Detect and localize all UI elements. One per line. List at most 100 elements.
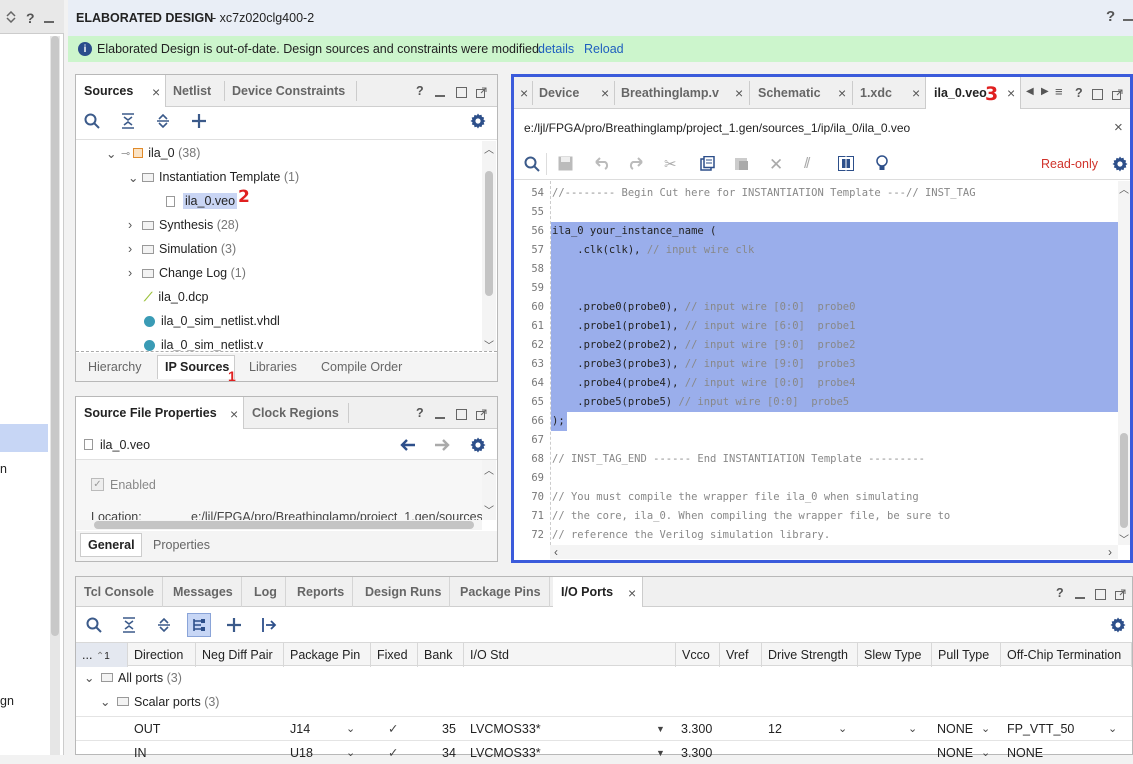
minimize-icon[interactable] <box>435 407 445 419</box>
code-line[interactable]: 72 // reference the Verilog simulation li… <box>514 526 1118 545</box>
tree-row-sim-netlist-vhdl[interactable]: ila_0_sim_netlist.vhdl <box>144 310 280 332</box>
export-icon[interactable] <box>261 617 277 633</box>
code-line[interactable]: 58 <box>514 260 1118 279</box>
paste-icon[interactable] <box>734 156 749 171</box>
panel-help-icon[interactable]: ? <box>1056 586 1064 600</box>
chevron-down-icon[interactable]: ⌄ <box>838 717 847 741</box>
group-row-all-ports[interactable]: ⌄ All ports (3) <box>76 666 1132 690</box>
col-direction[interactable]: Direction <box>128 643 196 667</box>
minimize-icon[interactable] <box>435 85 445 97</box>
code-vscrollbar[interactable]: ︿ ﹀ <box>1118 181 1130 546</box>
cut-icon[interactable]: ✂ <box>664 155 677 173</box>
float-icon[interactable] <box>476 409 487 420</box>
close-icon[interactable]: × <box>230 406 238 422</box>
chevron-right-icon[interactable]: › <box>128 242 140 256</box>
chevron-down-icon[interactable]: ⌄ <box>981 741 990 764</box>
code-line[interactable]: 66); <box>514 412 1118 431</box>
tab-scroll-left-icon[interactable]: ◀ <box>1026 86 1034 97</box>
chevron-down-icon[interactable]: ⌄ <box>1108 717 1117 741</box>
code-line[interactable]: 68 // INST_TAG_END ------ End INSTANTIATI… <box>514 450 1118 469</box>
chevron-down-icon[interactable]: ⌄ <box>346 741 355 764</box>
tree-row-change-log[interactable]: › Change Log (1) <box>128 262 246 284</box>
col-vcco[interactable]: Vcco <box>676 643 720 667</box>
close-icon[interactable]: × <box>912 85 920 101</box>
search-icon[interactable] <box>84 113 100 129</box>
tab-design-runs[interactable]: Design Runs <box>357 577 451 607</box>
expand-all-icon[interactable] <box>155 113 171 129</box>
code-area[interactable]: 54 //-------- Begin Cut here for INSTANTI… <box>514 181 1118 545</box>
chevron-right-icon[interactable]: › <box>128 266 140 280</box>
tab-scroll-right-icon[interactable]: ▶ <box>1041 86 1049 97</box>
package-pin-value[interactable]: U18 <box>290 741 313 764</box>
flow-nav-selected[interactable] <box>0 424 48 452</box>
chevron-right-icon[interactable]: › <box>128 218 140 232</box>
columns-icon[interactable] <box>838 156 854 171</box>
sfp-hscrollbar[interactable] <box>76 520 482 530</box>
col-vref[interactable]: Vref <box>720 643 762 667</box>
tab-ip-sources[interactable]: IP Sources <box>157 355 235 379</box>
chevron-down-icon[interactable]: ⌄ <box>84 666 94 690</box>
tab-hierarchy[interactable]: Hierarchy <box>88 360 142 374</box>
tab-package-pins[interactable]: Package Pins <box>452 577 550 607</box>
add-icon[interactable] <box>226 617 242 633</box>
strip-scrollbar[interactable] <box>50 36 60 755</box>
header-minimize-icon[interactable] <box>1123 8 1133 22</box>
settings-gear-icon[interactable] <box>1112 156 1128 172</box>
code-line[interactable]: 59 <box>514 279 1118 298</box>
delete-icon[interactable]: ✕ <box>769 155 783 175</box>
col-bank[interactable]: Bank <box>418 643 464 667</box>
tab-ila0-veo[interactable]: ila_0.veo × <box>925 77 1021 109</box>
tab-properties[interactable]: Properties <box>153 538 210 552</box>
code-hscrollbar[interactable]: ‹ › <box>550 545 1118 559</box>
maximize-icon[interactable] <box>1092 89 1103 100</box>
close-icon[interactable]: × <box>838 85 846 101</box>
tab-device[interactable]: Device <box>539 86 579 100</box>
tab-libraries[interactable]: Libraries <box>249 360 297 374</box>
add-sources-icon[interactable] <box>191 113 207 129</box>
close-icon[interactable]: × <box>601 85 609 101</box>
tab-breathinglamp-v[interactable]: Breathinglamp.v <box>621 86 719 100</box>
col-slew-type[interactable]: Slew Type <box>858 643 932 667</box>
fixed-check[interactable]: ✓ <box>388 741 398 764</box>
tree-row-simulation[interactable]: › Simulation (3) <box>128 238 236 260</box>
float-icon[interactable] <box>476 87 487 98</box>
tab-device-constraints[interactable]: Device Constraints <box>232 84 345 98</box>
tree-row-ila0[interactable]: ⌄ ⊸ ila_0 (38) <box>106 142 200 164</box>
tree-row-ila0-dcp[interactable]: ⟋ ila_0.dcp <box>144 286 208 308</box>
tab-io-ports[interactable]: I/O Ports × <box>553 577 643 607</box>
maximize-icon[interactable] <box>456 87 467 98</box>
io-std-value[interactable]: LVCMOS33* <box>470 741 541 764</box>
undo-icon[interactable] <box>594 156 610 170</box>
tab-reports[interactable]: Reports <box>289 577 354 607</box>
col-io-std[interactable]: I/O Std <box>464 643 676 667</box>
details-link[interactable]: details <box>538 42 574 56</box>
reload-link[interactable]: Reload <box>584 42 624 56</box>
pull-type-value[interactable]: NONE <box>937 717 973 741</box>
close-icon[interactable]: × <box>1114 119 1123 136</box>
code-line[interactable]: 60 .probe0(probe0), // input wire [0:0] … <box>514 298 1118 317</box>
drive-strength-value[interactable]: 12 <box>768 717 782 741</box>
group-row-scalar-ports[interactable]: ⌄ Scalar ports (3) <box>76 690 1132 714</box>
tab-list-icon[interactable]: ≡ <box>1055 84 1063 99</box>
tab-general[interactable]: General <box>80 533 142 557</box>
close-icon[interactable]: × <box>152 84 160 100</box>
scroll-right-icon[interactable]: › <box>1108 545 1112 559</box>
panel-help-icon[interactable]: ? <box>1075 86 1083 100</box>
tab-netlist[interactable]: Netlist <box>173 84 211 98</box>
io-std-value[interactable]: LVCMOS33* <box>470 717 541 741</box>
tree-row-instantiation-template[interactable]: ⌄ Instantiation Template (1) <box>128 166 299 188</box>
col-drive-strength[interactable]: Drive Strength <box>762 643 858 667</box>
code-line[interactable]: 56 ila_0 your_instance_name ( <box>514 222 1118 241</box>
code-line[interactable]: 67 <box>514 431 1118 450</box>
maximize-icon[interactable] <box>1095 589 1106 600</box>
tab-compile-order[interactable]: Compile Order <box>321 360 402 374</box>
termination-value[interactable]: FP_VTT_50 <box>1007 717 1074 741</box>
settings-gear-icon[interactable] <box>1110 617 1126 633</box>
save-icon[interactable] <box>558 156 573 171</box>
settings-gear-icon[interactable] <box>470 113 486 129</box>
code-line[interactable]: 62 .probe2(probe2), // input wire [9:0] … <box>514 336 1118 355</box>
package-pin-value[interactable]: J14 <box>290 717 310 741</box>
termination-value[interactable]: NONE <box>1007 741 1043 764</box>
chevron-down-icon[interactable]: ⌄ <box>981 717 990 741</box>
comment-icon[interactable]: // <box>804 155 811 172</box>
